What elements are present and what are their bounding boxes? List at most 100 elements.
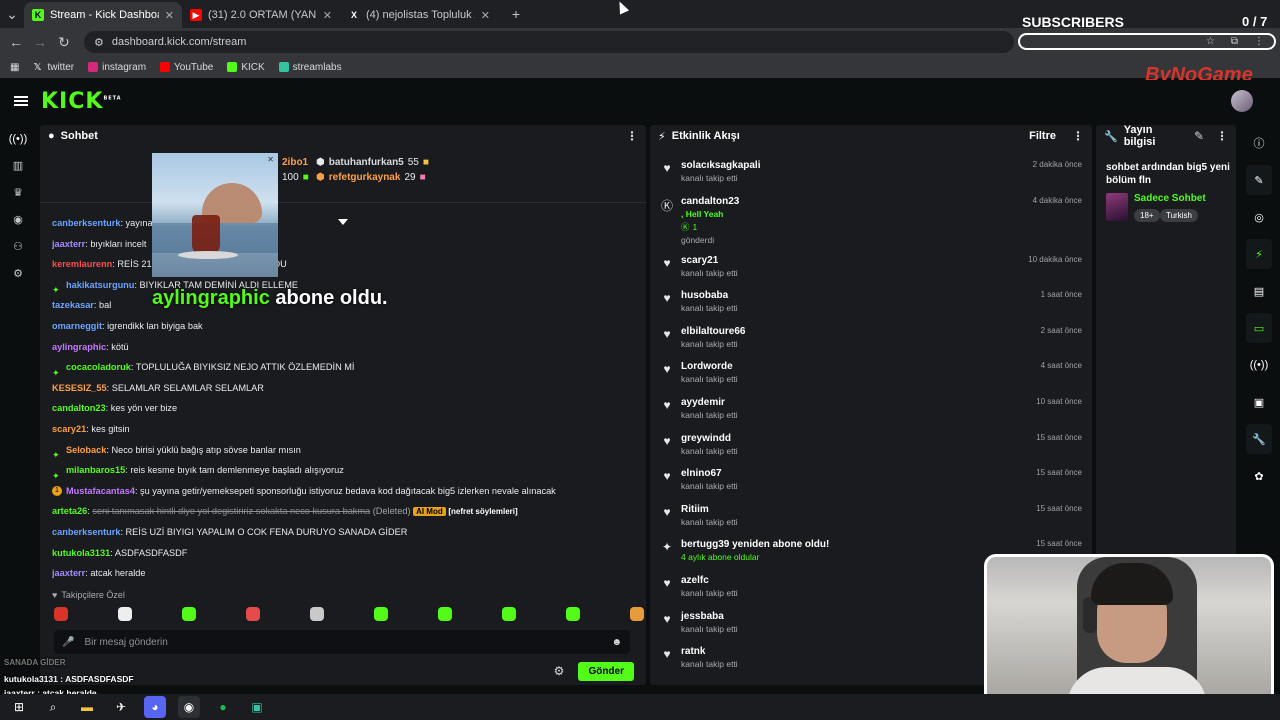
bookmark-kick[interactable]: KICK: [227, 62, 265, 73]
back-icon[interactable]: ←: [4, 34, 28, 50]
chat-username[interactable]: cocacoladoruk: [66, 362, 131, 372]
palette-icon[interactable]: ✿: [1246, 461, 1272, 491]
tab-youtube[interactable]: ▶ (31) 2.0 ORTAM (YANIMDA BAT ✕: [182, 2, 340, 28]
url-field[interactable]: ⚙ dashboard.kick.com/stream: [84, 31, 1014, 53]
info-icon[interactable]: ⓘ: [1246, 128, 1272, 158]
feed-item[interactable]: ♥ solacıksagkapali kanalı takip etti 2 daki…: [650, 155, 1092, 191]
info-menu-icon[interactable]: ⋮: [1216, 129, 1228, 143]
spotify-icon[interactable]: ●: [212, 696, 234, 718]
chat-menu-icon[interactable]: ⋮: [626, 129, 638, 143]
close-icon[interactable]: ✕: [481, 9, 490, 22]
tab-search-chevron-icon[interactable]: ⌄: [0, 6, 24, 23]
gifter-3[interactable]: ⬢ refetgurkaynak 29 ■: [316, 172, 426, 183]
chat-username[interactable]: candalton23: [52, 403, 106, 413]
search-icon[interactable]: ⌕: [42, 696, 64, 718]
hamburger-menu-icon[interactable]: [14, 96, 28, 106]
chat-icon[interactable]: ▭: [1246, 313, 1272, 343]
lightning-icon[interactable]: ⚡: [1246, 239, 1272, 269]
mic-icon[interactable]: 🎤: [62, 637, 74, 648]
streamlabs-icon[interactable]: ▣: [246, 696, 268, 718]
feed-item[interactable]: Ⓚcandalton23, Hell Yeah Ⓚ 1 gönderdi 4 dakik…: [650, 191, 1092, 250]
trophy-icon[interactable]: ♛: [0, 179, 36, 206]
tab-kick-dashboard[interactable]: K Stream - Kick Dashboard ✕: [24, 2, 182, 28]
filter-button[interactable]: Filtre: [1029, 130, 1056, 142]
kick-logo[interactable]: KICKBETA: [41, 89, 122, 114]
emote-icon[interactable]: [630, 607, 644, 621]
extensions-icon[interactable]: ⧉: [1231, 36, 1238, 47]
wrench-icon[interactable]: 🔧: [1246, 424, 1272, 454]
feed-item[interactable]: ♥ ayydemir kanalı takip etti 10 saat önce: [650, 392, 1092, 428]
emoji-icon[interactable]: ☻: [611, 637, 622, 648]
document-icon[interactable]: ▤: [1246, 276, 1272, 306]
stream-icon[interactable]: ((•)): [0, 125, 36, 152]
chat-settings-icon[interactable]: ⚙: [554, 664, 565, 678]
new-tab-button[interactable]: +: [504, 6, 528, 22]
emote-icon[interactable]: [246, 607, 260, 621]
chat-username[interactable]: tazekasar: [52, 300, 94, 310]
chat-username[interactable]: hakikatsurgunu: [66, 280, 134, 290]
feed-item[interactable]: ♥ Lordworde kanalı takip etti 4 saat önce: [650, 356, 1092, 392]
forward-icon[interactable]: →: [28, 34, 52, 50]
emote-icon[interactable]: [310, 607, 324, 621]
gifter-2[interactable]: ⬢ batuhanfurkan5 55 ■: [316, 157, 429, 168]
feed-item[interactable]: ♥ elnino67 kanalı takip etti 15 saat önce: [650, 463, 1092, 499]
emote-icon[interactable]: [438, 607, 452, 621]
feed-item[interactable]: ♥ scary21 kanalı takip etti 10 dakika önce: [650, 250, 1092, 286]
avatar[interactable]: [1231, 90, 1253, 112]
chat-username[interactable]: keremlaurenn: [52, 259, 112, 269]
chat-username[interactable]: kutukola3131: [52, 548, 110, 558]
chrome-icon[interactable]: ◉: [178, 696, 200, 718]
feed-item[interactable]: ♥ Ritiim kanalı takip etti 15 saat önce: [650, 499, 1092, 535]
reload-icon[interactable]: ↻: [52, 34, 76, 51]
windows-start-icon[interactable]: ⊞: [8, 696, 30, 718]
bookmark-youtube[interactable]: YouTube: [160, 62, 213, 73]
emote-icon[interactable]: [374, 607, 388, 621]
feed-item[interactable]: ♥ husobaba kanalı takip etti 1 saat önce: [650, 285, 1092, 321]
emote-icon[interactable]: [566, 607, 580, 621]
chat-username[interactable]: omarneggit: [52, 321, 102, 331]
broadcast-icon[interactable]: ((•)): [1246, 350, 1272, 380]
file-explorer-icon[interactable]: ▬: [76, 696, 98, 718]
emote-icon[interactable]: [54, 607, 68, 621]
chat-input[interactable]: 🎤 Bir mesaj gönderin ☻: [54, 630, 630, 654]
chat-username[interactable]: jaaxterr: [52, 239, 85, 249]
chat-username[interactable]: aylingraphic: [52, 342, 106, 352]
feed-menu-icon[interactable]: ⋮: [1072, 129, 1084, 143]
star-icon[interactable]: ☆: [1206, 36, 1215, 47]
edit-icon[interactable]: ✎: [1194, 129, 1204, 143]
bookmark-twitter[interactable]: 𝕏twitter: [33, 62, 74, 74]
send-button[interactable]: Gönder: [578, 661, 634, 681]
close-icon[interactable]: ✕: [267, 155, 274, 164]
emote-icon[interactable]: [182, 607, 196, 621]
chat-username[interactable]: Mustafacantas4: [66, 486, 135, 496]
pencil-icon[interactable]: ✎: [1246, 165, 1272, 195]
bookmark-instagram[interactable]: instagram: [88, 62, 146, 73]
feed-item[interactable]: ♥ greywindd kanalı takip etti 15 saat önce: [650, 428, 1092, 464]
bookmark-streamlabs[interactable]: streamlabs: [278, 62, 342, 73]
chat-username[interactable]: canberksenturk: [52, 218, 120, 228]
chat-username[interactable]: arteta26: [52, 506, 87, 516]
chat-username[interactable]: KESESIZ_55: [52, 383, 107, 393]
chat-username[interactable]: milanbaros15: [66, 465, 125, 475]
menu-dots-icon[interactable]: ⋮: [1254, 36, 1264, 47]
camera-icon[interactable]: ◎: [1246, 202, 1272, 232]
discord-icon[interactable]: ◕: [144, 696, 166, 718]
emote-icon[interactable]: [118, 607, 132, 621]
analytics-icon[interactable]: ▥: [0, 152, 36, 179]
tab-x[interactable]: X (4) nejolistas Topluluk / X ✕: [340, 2, 498, 28]
chat-username[interactable]: Seloback: [66, 445, 106, 455]
app-icon[interactable]: ✈: [110, 696, 132, 718]
gifter-1[interactable]: 2ibo1: [282, 157, 308, 168]
close-icon[interactable]: ✕: [165, 9, 174, 22]
apps-grid-icon[interactable]: ▦: [10, 62, 19, 73]
community-icon[interactable]: ⚇: [0, 233, 36, 260]
site-info-icon[interactable]: ⚙: [94, 36, 104, 49]
emote-icon[interactable]: [502, 607, 516, 621]
close-icon[interactable]: ✕: [323, 9, 332, 22]
chat-username[interactable]: jaaxterr: [52, 568, 85, 578]
settings-icon[interactable]: ⚙: [0, 260, 36, 287]
camera-icon[interactable]: ◉: [0, 206, 36, 233]
category-name[interactable]: Sadece Sohbet: [1134, 193, 1206, 204]
feed-item[interactable]: ♥ elbilaltoure66 kanalı takip etti 2 saat ö…: [650, 321, 1092, 357]
chat-username[interactable]: scary21: [52, 424, 86, 434]
